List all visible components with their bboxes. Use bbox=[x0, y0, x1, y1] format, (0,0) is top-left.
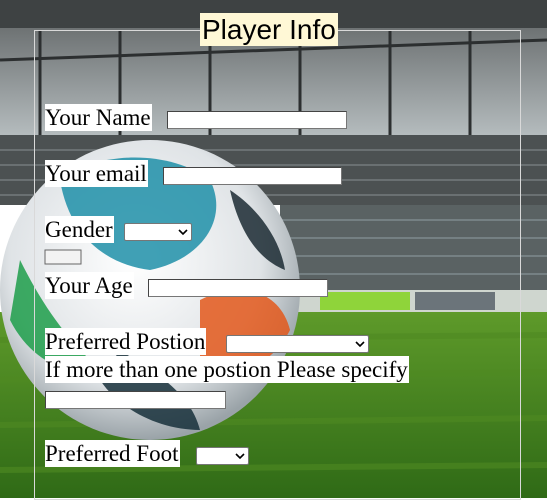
chevron-down-icon bbox=[235, 453, 245, 460]
chevron-down-icon bbox=[178, 229, 188, 236]
gender-label: Gender bbox=[45, 216, 114, 243]
age-input[interactable] bbox=[148, 279, 328, 297]
position-label: Preferred Postion bbox=[45, 328, 207, 355]
email-label: Your email bbox=[45, 160, 148, 187]
multi-position-label: If more than one postion Please specify bbox=[45, 356, 409, 383]
gender-select[interactable] bbox=[124, 223, 192, 241]
name-label: Your Name bbox=[45, 104, 152, 131]
position-select[interactable] bbox=[226, 335, 369, 353]
multi-position-input[interactable] bbox=[45, 391, 226, 409]
name-input[interactable] bbox=[167, 111, 347, 129]
page-title: Player Info bbox=[200, 13, 338, 46]
foot-select[interactable] bbox=[196, 447, 249, 465]
form-frame bbox=[34, 30, 521, 500]
email-input[interactable] bbox=[163, 167, 342, 185]
foot-label: Preferred Foot bbox=[45, 440, 180, 467]
age-label: Your Age bbox=[45, 272, 134, 299]
chevron-down-icon bbox=[355, 341, 365, 348]
